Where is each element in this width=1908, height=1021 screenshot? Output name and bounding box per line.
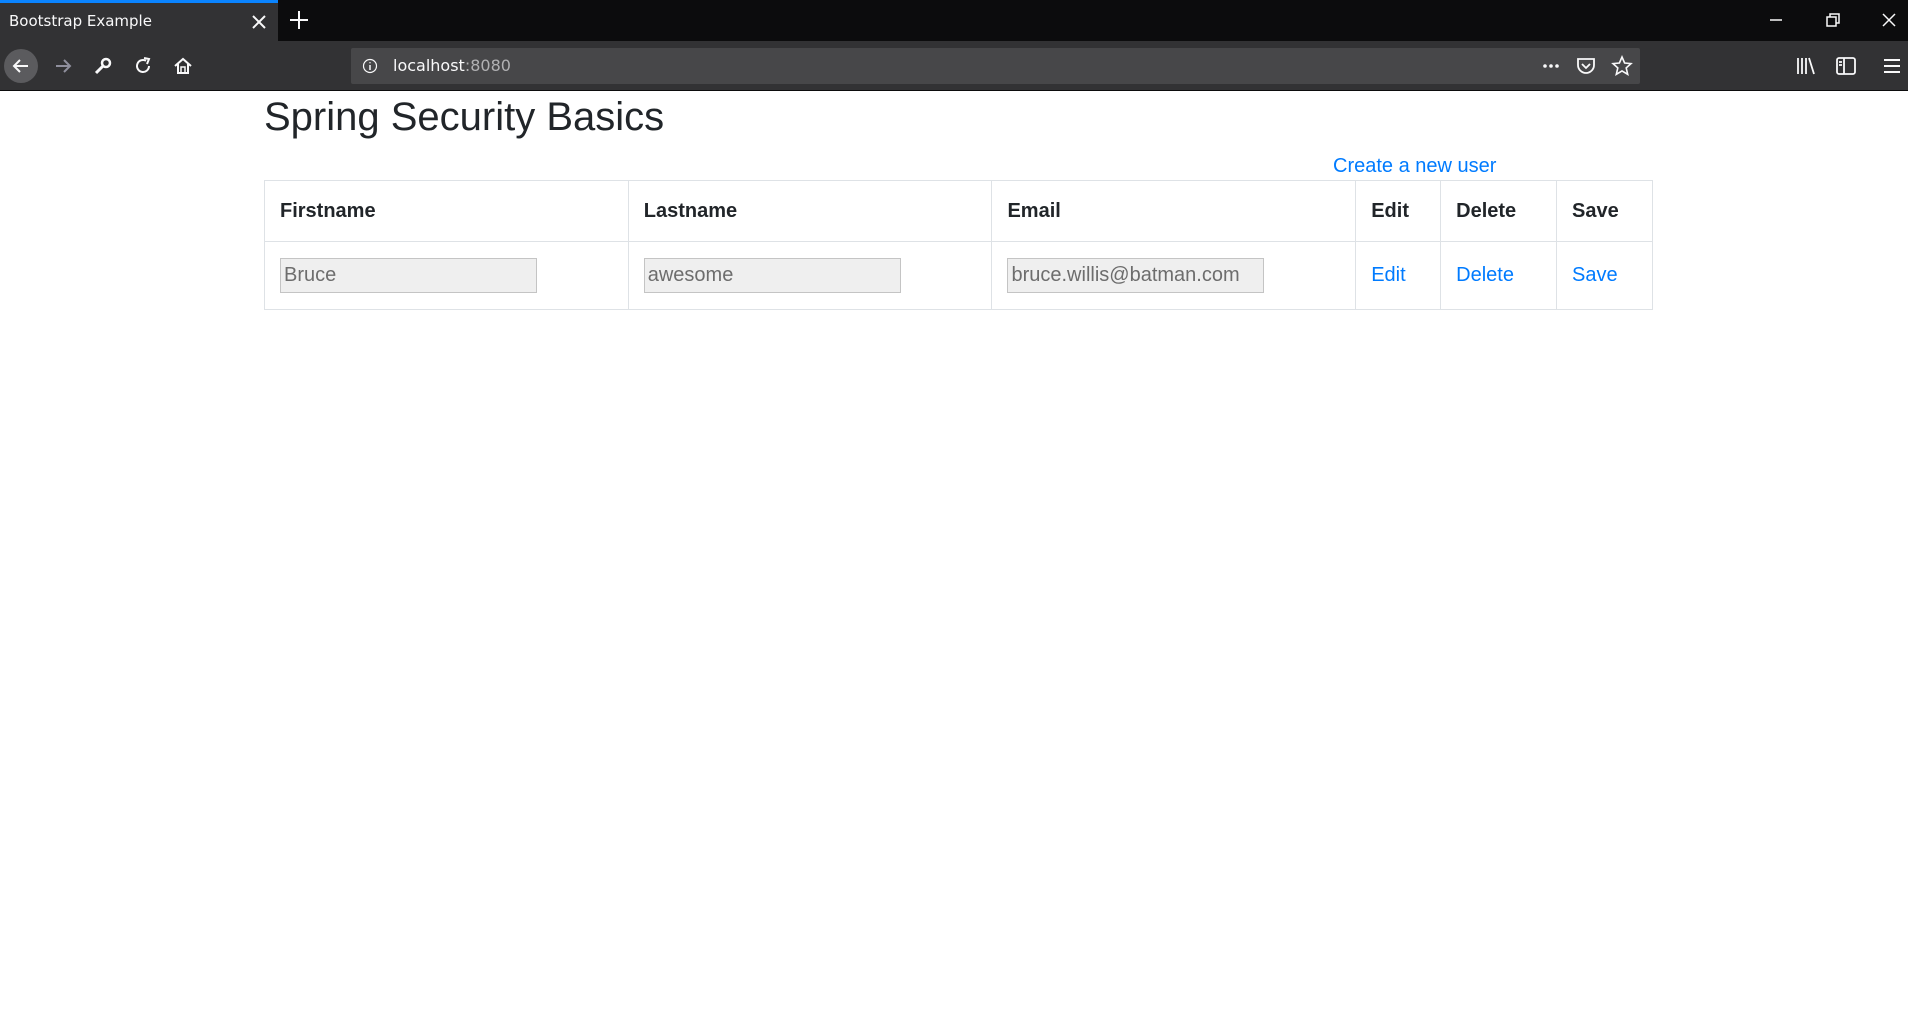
sidebar-icon[interactable]	[1834, 54, 1858, 78]
library-icon[interactable]	[1794, 54, 1818, 78]
plus-icon[interactable]	[288, 9, 310, 31]
delete-link[interactable]: Delete	[1456, 264, 1514, 286]
header-edit: Edit	[1355, 180, 1442, 242]
table-row: Edit Delete Save	[264, 241, 1653, 310]
url-port: :8080	[464, 56, 511, 75]
info-icon[interactable]	[362, 58, 378, 74]
cell-firstname	[264, 241, 629, 310]
table-header-row: Firstname Lastname Email Edit Delete Sav…	[264, 180, 1653, 242]
header-firstname: Firstname	[264, 180, 629, 242]
navigation-toolbar: localhost:8080	[0, 41, 1908, 91]
cell-delete: Delete	[1440, 241, 1558, 310]
minimize-icon[interactable]	[1766, 10, 1786, 30]
back-arrow-icon	[12, 59, 28, 73]
cell-email	[991, 241, 1357, 310]
close-window-icon[interactable]	[1879, 10, 1899, 30]
hamburger-menu-icon[interactable]	[1880, 54, 1904, 78]
lastname-input[interactable]	[643, 258, 901, 293]
developer-tools-button[interactable]	[86, 49, 120, 83]
tab-strip: Bootstrap Example	[0, 0, 1908, 41]
wrench-icon	[94, 57, 112, 75]
reload-button[interactable]	[126, 49, 160, 83]
cell-lastname	[627, 241, 993, 310]
header-save: Save	[1556, 180, 1653, 242]
header-email: Email	[991, 180, 1357, 242]
url-host: localhost	[393, 56, 465, 75]
more-icon[interactable]	[1540, 55, 1562, 77]
page-title: Spring Security Basics	[264, 95, 665, 139]
firstname-input[interactable]	[280, 258, 537, 293]
forward-button[interactable]	[46, 49, 80, 83]
cell-save: Save	[1556, 241, 1653, 310]
home-icon	[174, 57, 192, 74]
reload-icon	[136, 57, 151, 73]
address-bar[interactable]: localhost:8080	[351, 48, 1640, 84]
star-icon[interactable]	[1611, 55, 1633, 77]
browser-tab[interactable]: Bootstrap Example	[0, 0, 278, 41]
edit-link[interactable]: Edit	[1371, 264, 1405, 286]
restore-icon[interactable]	[1823, 10, 1843, 30]
home-button[interactable]	[166, 49, 200, 83]
url-text[interactable]: localhost:8080	[393, 56, 511, 75]
header-delete: Delete	[1440, 180, 1558, 242]
back-button[interactable]	[4, 49, 38, 83]
header-lastname: Lastname	[627, 180, 993, 242]
users-table: Firstname Lastname Email Edit Delete Sav…	[264, 180, 1653, 310]
forward-arrow-icon	[56, 59, 72, 73]
tab-title: Bootstrap Example	[9, 12, 152, 30]
email-input[interactable]	[1007, 258, 1265, 293]
create-user-link[interactable]: Create a new user	[1333, 155, 1496, 178]
pocket-icon[interactable]	[1575, 55, 1597, 77]
close-icon[interactable]	[250, 13, 268, 31]
cell-edit: Edit	[1355, 241, 1442, 310]
save-link[interactable]: Save	[1572, 264, 1618, 286]
